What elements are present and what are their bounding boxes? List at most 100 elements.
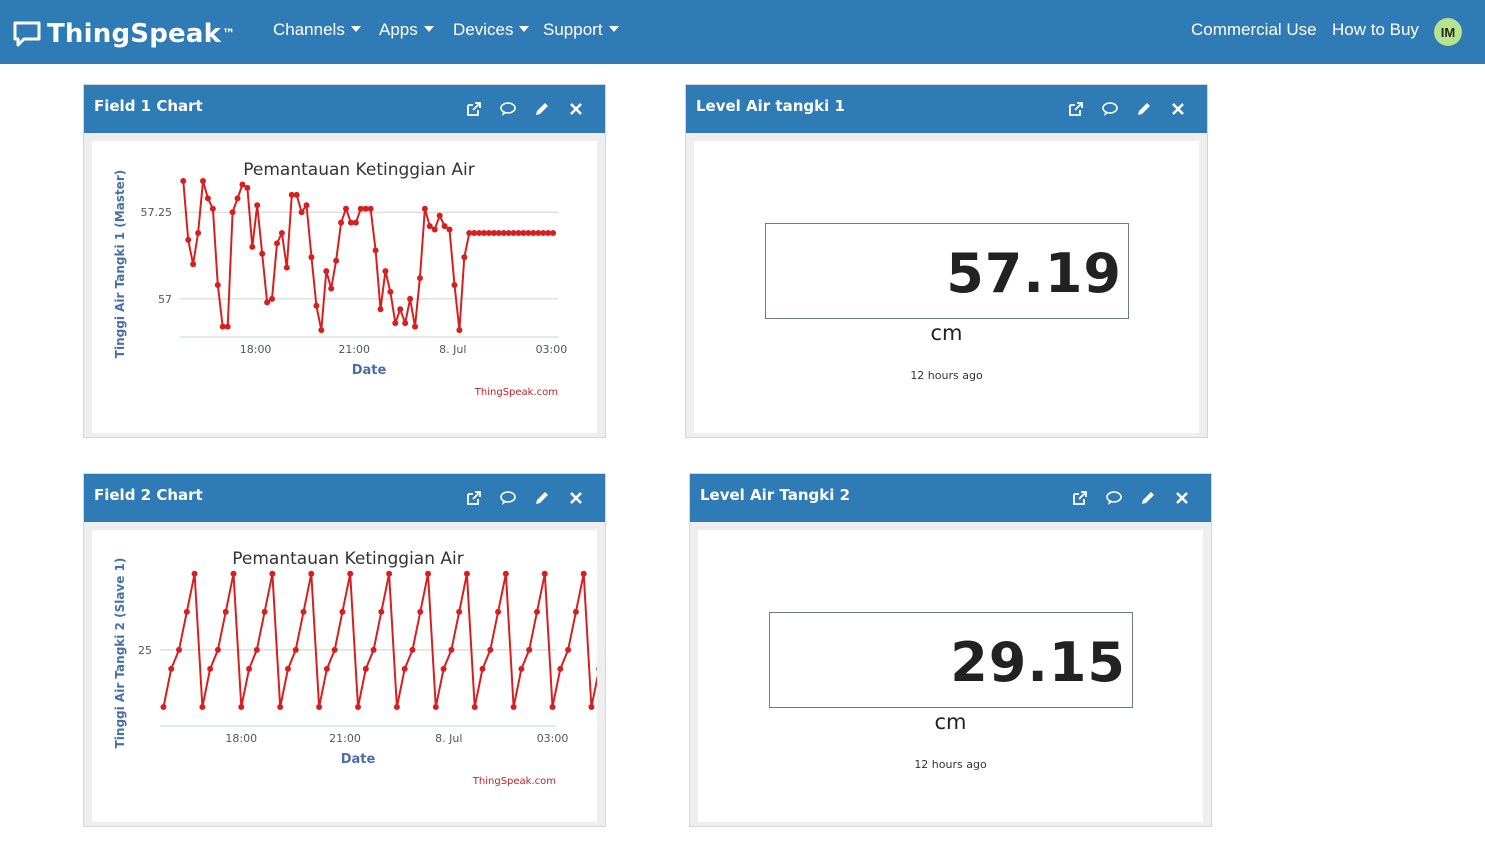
data-point (338, 219, 345, 226)
comment-icon[interactable] (1105, 489, 1123, 507)
field1-line-chart[interactable]: Pemantauan Ketinggian Air 57.25 57 18:00 21:… (92, 141, 597, 433)
data-point (195, 230, 202, 236)
data-point (190, 261, 197, 268)
level-unit: cm (934, 710, 967, 734)
external-link-icon[interactable] (465, 100, 483, 118)
data-point (426, 223, 433, 230)
data-point (441, 223, 448, 230)
pencil-icon[interactable] (1139, 489, 1157, 507)
user-avatar[interactable]: IM (1434, 18, 1462, 46)
data-point (339, 608, 346, 615)
data-point (407, 295, 414, 302)
data-point (436, 212, 443, 219)
data-point (298, 209, 305, 216)
panel-body: Pemantauan Ketinggian Air 25 18:00 21:00 8. … (92, 530, 597, 822)
data-point (176, 646, 183, 653)
pencil-icon[interactable] (533, 100, 551, 118)
data-point (264, 299, 271, 306)
comment-icon[interactable] (499, 100, 517, 118)
data-point (456, 327, 463, 334)
data-point (214, 282, 221, 288)
y-tick-label: 25 (138, 644, 152, 657)
data-point (565, 646, 572, 653)
data-point (284, 665, 291, 672)
data-point (234, 195, 241, 202)
data-point (224, 323, 231, 330)
data-point (431, 226, 438, 233)
data-point (378, 608, 385, 615)
nav-how-to-buy[interactable]: How to Buy (1332, 20, 1419, 40)
data-point (588, 703, 595, 710)
nav-devices-label: Devices (453, 20, 514, 39)
brand-logo[interactable]: ThingSpeak ™ (12, 14, 235, 54)
nav-apps[interactable]: Apps (379, 20, 434, 40)
data-point (549, 703, 556, 710)
level2-gauge-panel: Level Air Tangki 2 29.15 cm 12 hours ago (689, 473, 1212, 827)
y-tick-label: 57.25 (141, 206, 173, 219)
external-link-icon[interactable] (1071, 489, 1089, 507)
data-point (526, 646, 533, 653)
data-point (347, 570, 354, 577)
data-point (580, 570, 587, 577)
data-point (331, 646, 338, 653)
data-point (318, 327, 325, 334)
close-icon[interactable] (567, 489, 585, 507)
data-point (387, 288, 394, 295)
data-point (273, 240, 280, 247)
data-point (510, 703, 517, 710)
data-point (269, 570, 276, 577)
data-point (303, 202, 310, 209)
panel-actions (1071, 489, 1191, 507)
data-point (417, 608, 424, 615)
data-point (448, 646, 455, 653)
nav-support[interactable]: Support (543, 20, 619, 40)
data-point (557, 665, 564, 672)
pencil-icon[interactable] (533, 489, 551, 507)
nav-devices[interactable]: Devices (453, 20, 530, 40)
data-point (254, 202, 261, 209)
last-updated: 12 hours ago (914, 758, 987, 771)
field2-line-chart[interactable]: Pemantauan Ketinggian Air 25 18:00 21:00 8. … (92, 530, 597, 822)
caret-down-icon (350, 26, 361, 32)
field2-chart-panel: Field 2 Chart Pemantauan Ketinggian Air 2… (83, 473, 606, 827)
level-value: 57.19 (946, 242, 1122, 305)
data-point (207, 665, 214, 672)
panel-actions (1067, 100, 1187, 118)
data-point (160, 703, 167, 710)
x-tick-label: 21:00 (329, 732, 361, 745)
data-point (239, 181, 246, 188)
panel-actions (465, 489, 585, 507)
close-icon[interactable] (1173, 489, 1191, 507)
caret-down-icon (519, 26, 530, 32)
data-point (323, 665, 330, 672)
data-point (168, 665, 175, 672)
comment-icon[interactable] (499, 489, 517, 507)
data-point (541, 570, 548, 577)
panel-header: Field 1 Chart (84, 85, 605, 133)
close-icon[interactable] (567, 100, 585, 118)
close-icon[interactable] (1169, 100, 1187, 118)
data-point (308, 254, 315, 261)
data-point (401, 665, 408, 672)
level-unit: cm (930, 321, 963, 345)
numeric-display: 57.19 (765, 223, 1129, 319)
data-point (440, 665, 447, 672)
data-point (461, 254, 468, 261)
chart-credit: ThingSpeak.com (472, 776, 556, 787)
nav-commercial-use[interactable]: Commercial Use (1191, 20, 1317, 40)
data-point (283, 264, 290, 271)
chart-title: Pemantauan Ketinggian Air (232, 549, 463, 569)
comment-icon[interactable] (1101, 100, 1119, 118)
panel-title: Field 1 Chart (94, 97, 203, 115)
data-point (222, 608, 229, 615)
data-point (238, 703, 245, 710)
external-link-icon[interactable] (465, 489, 483, 507)
data-point (550, 230, 557, 236)
nav-channels[interactable]: Channels (273, 20, 361, 40)
data-point (183, 608, 190, 615)
data-point (370, 646, 377, 653)
external-link-icon[interactable] (1067, 100, 1085, 118)
data-point (502, 570, 509, 577)
y-axis-label: Tinggi Air Tangki 2 (Slave 1) (113, 558, 127, 749)
pencil-icon[interactable] (1135, 100, 1153, 118)
